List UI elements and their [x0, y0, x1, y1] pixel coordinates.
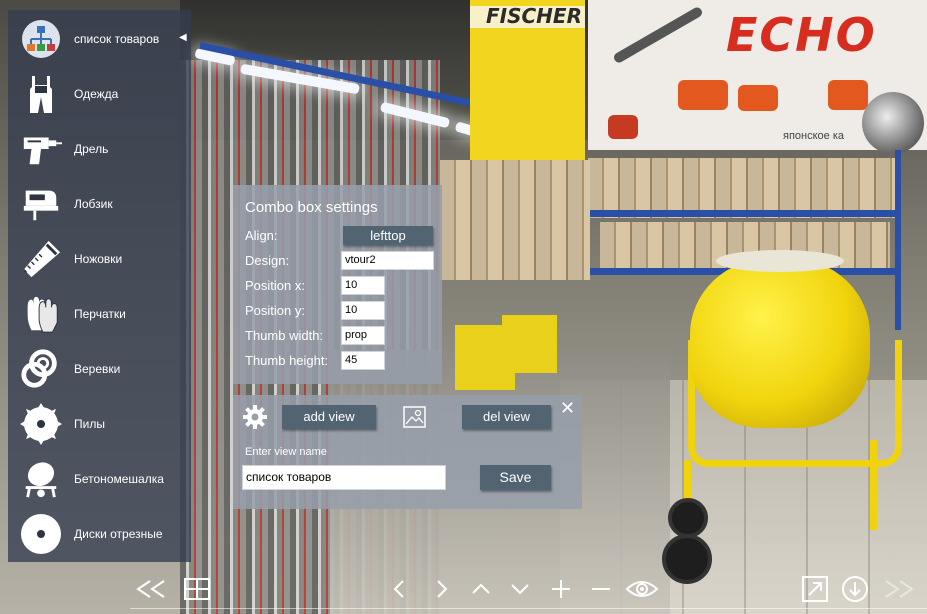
combo-box-settings-panel: Combo box settings Align: lefttop Design…	[233, 185, 442, 384]
position-x-input[interactable]: 10	[341, 276, 385, 295]
close-icon[interactable]: ✕	[560, 398, 575, 419]
menu-item-drill[interactable]: Дрель	[8, 122, 191, 177]
gear-icon[interactable]	[243, 405, 267, 429]
drill-icon	[20, 128, 62, 170]
concrete-mixer-drum	[690, 258, 870, 428]
menu-item-handsaws[interactable]: Ножовки	[8, 232, 191, 287]
zoom-in-icon[interactable]	[544, 574, 578, 604]
menu-item-product-list[interactable]: список товаров ◀	[8, 12, 191, 67]
align-dropdown[interactable]: lefttop	[343, 226, 433, 245]
jigsaw-icon	[20, 183, 62, 225]
rack-post	[895, 150, 901, 330]
menu-item-label: Лобзик	[74, 197, 113, 211]
position-y-label: Position y:	[245, 303, 305, 318]
zoom-out-icon[interactable]	[584, 574, 618, 604]
menu-item-jigsaw[interactable]: Лобзик	[8, 177, 191, 232]
fischer-logo: FISCHER	[486, 4, 582, 28]
mixer-wheel	[668, 498, 708, 538]
echo-logo: ECHO	[726, 8, 877, 62]
concrete-mixer-rim	[716, 250, 844, 272]
add-view-button[interactable]: add view	[282, 405, 376, 429]
echo-banner-caption: японское ка	[783, 130, 845, 142]
thumb-height-label: Thumb height:	[245, 353, 329, 368]
rack-beam	[588, 210, 898, 217]
menu-item-cutting-discs[interactable]: Диски отрезные	[8, 507, 191, 562]
mixer-leg	[870, 440, 877, 530]
bottom-toolbar	[130, 572, 927, 614]
thumbnails-grid-icon[interactable]	[180, 574, 214, 604]
rope-icon	[20, 348, 62, 390]
panel-title: Combo box settings	[245, 199, 378, 216]
fast-forward-icon[interactable]	[882, 574, 916, 604]
menu-item-label: Веревки	[74, 362, 121, 376]
image-icon[interactable]	[403, 406, 426, 428]
menu-item-saws[interactable]: Пилы	[8, 397, 191, 452]
menu-item-label: Дрель	[74, 142, 109, 156]
menu-item-label: список товаров	[74, 32, 160, 46]
eye-icon[interactable]	[624, 574, 660, 604]
del-view-button[interactable]: del view	[462, 405, 551, 429]
menu-item-clothing[interactable]: Одежда	[8, 67, 191, 122]
saw-blade-icon	[20, 403, 62, 445]
position-x-label: Position x:	[245, 278, 305, 293]
active-item-marker: ◀	[179, 32, 187, 43]
arrow-up-icon[interactable]	[464, 574, 498, 604]
view-name-caption: Enter view name	[245, 446, 327, 458]
menu-item-label: Диски отрезные	[74, 527, 163, 541]
view-editor-panel: add view del view ✕ Enter view name спис…	[233, 395, 582, 509]
menu-item-label: Ножовки	[74, 252, 123, 266]
thumb-width-input[interactable]: prop	[341, 326, 385, 345]
menu-item-concrete-mixer[interactable]: Бетономешалка	[8, 452, 191, 507]
cutting-disc-icon	[20, 513, 62, 555]
menu-item-label: Бетономешалка	[74, 472, 164, 486]
rewind-icon[interactable]	[134, 574, 168, 604]
thumb-height-input[interactable]: 45	[341, 351, 385, 370]
menu-item-ropes[interactable]: Веревки	[8, 342, 191, 397]
yellow-display-box	[502, 315, 557, 373]
handsaw-icon	[20, 238, 62, 280]
design-label: Design:	[245, 253, 290, 268]
gloves-icon	[20, 293, 62, 335]
download-icon[interactable]	[838, 574, 872, 604]
menu-item-label: Перчатки	[74, 307, 126, 321]
arrow-left-icon[interactable]	[382, 574, 416, 604]
menu-item-label: Одежда	[74, 87, 119, 101]
design-input[interactable]: vtour2	[341, 251, 434, 270]
position-y-input[interactable]: 10	[341, 301, 385, 320]
overalls-icon	[20, 73, 62, 115]
shelf-boxes	[440, 160, 590, 280]
arrow-down-icon[interactable]	[503, 574, 537, 604]
concrete-mixer-icon	[20, 458, 62, 500]
view-name-input[interactable]: список товаров	[242, 465, 446, 490]
menu-item-gloves[interactable]: Перчатки	[8, 287, 191, 342]
save-button[interactable]: Save	[480, 465, 551, 490]
sitemap-icon	[20, 18, 62, 60]
thumbnail-menu: список товаров ◀ Одежда Дрель Лобзик Нож…	[8, 10, 191, 562]
thumb-width-label: Thumb width:	[245, 328, 324, 343]
arrow-right-icon[interactable]	[425, 574, 459, 604]
menu-item-label: Пилы	[74, 417, 105, 431]
security-mirror	[862, 92, 924, 154]
align-label: Align:	[245, 228, 278, 243]
toolbar-divider	[130, 608, 927, 609]
shelf-boxes	[588, 158, 898, 218]
fullscreen-icon[interactable]	[798, 574, 832, 604]
